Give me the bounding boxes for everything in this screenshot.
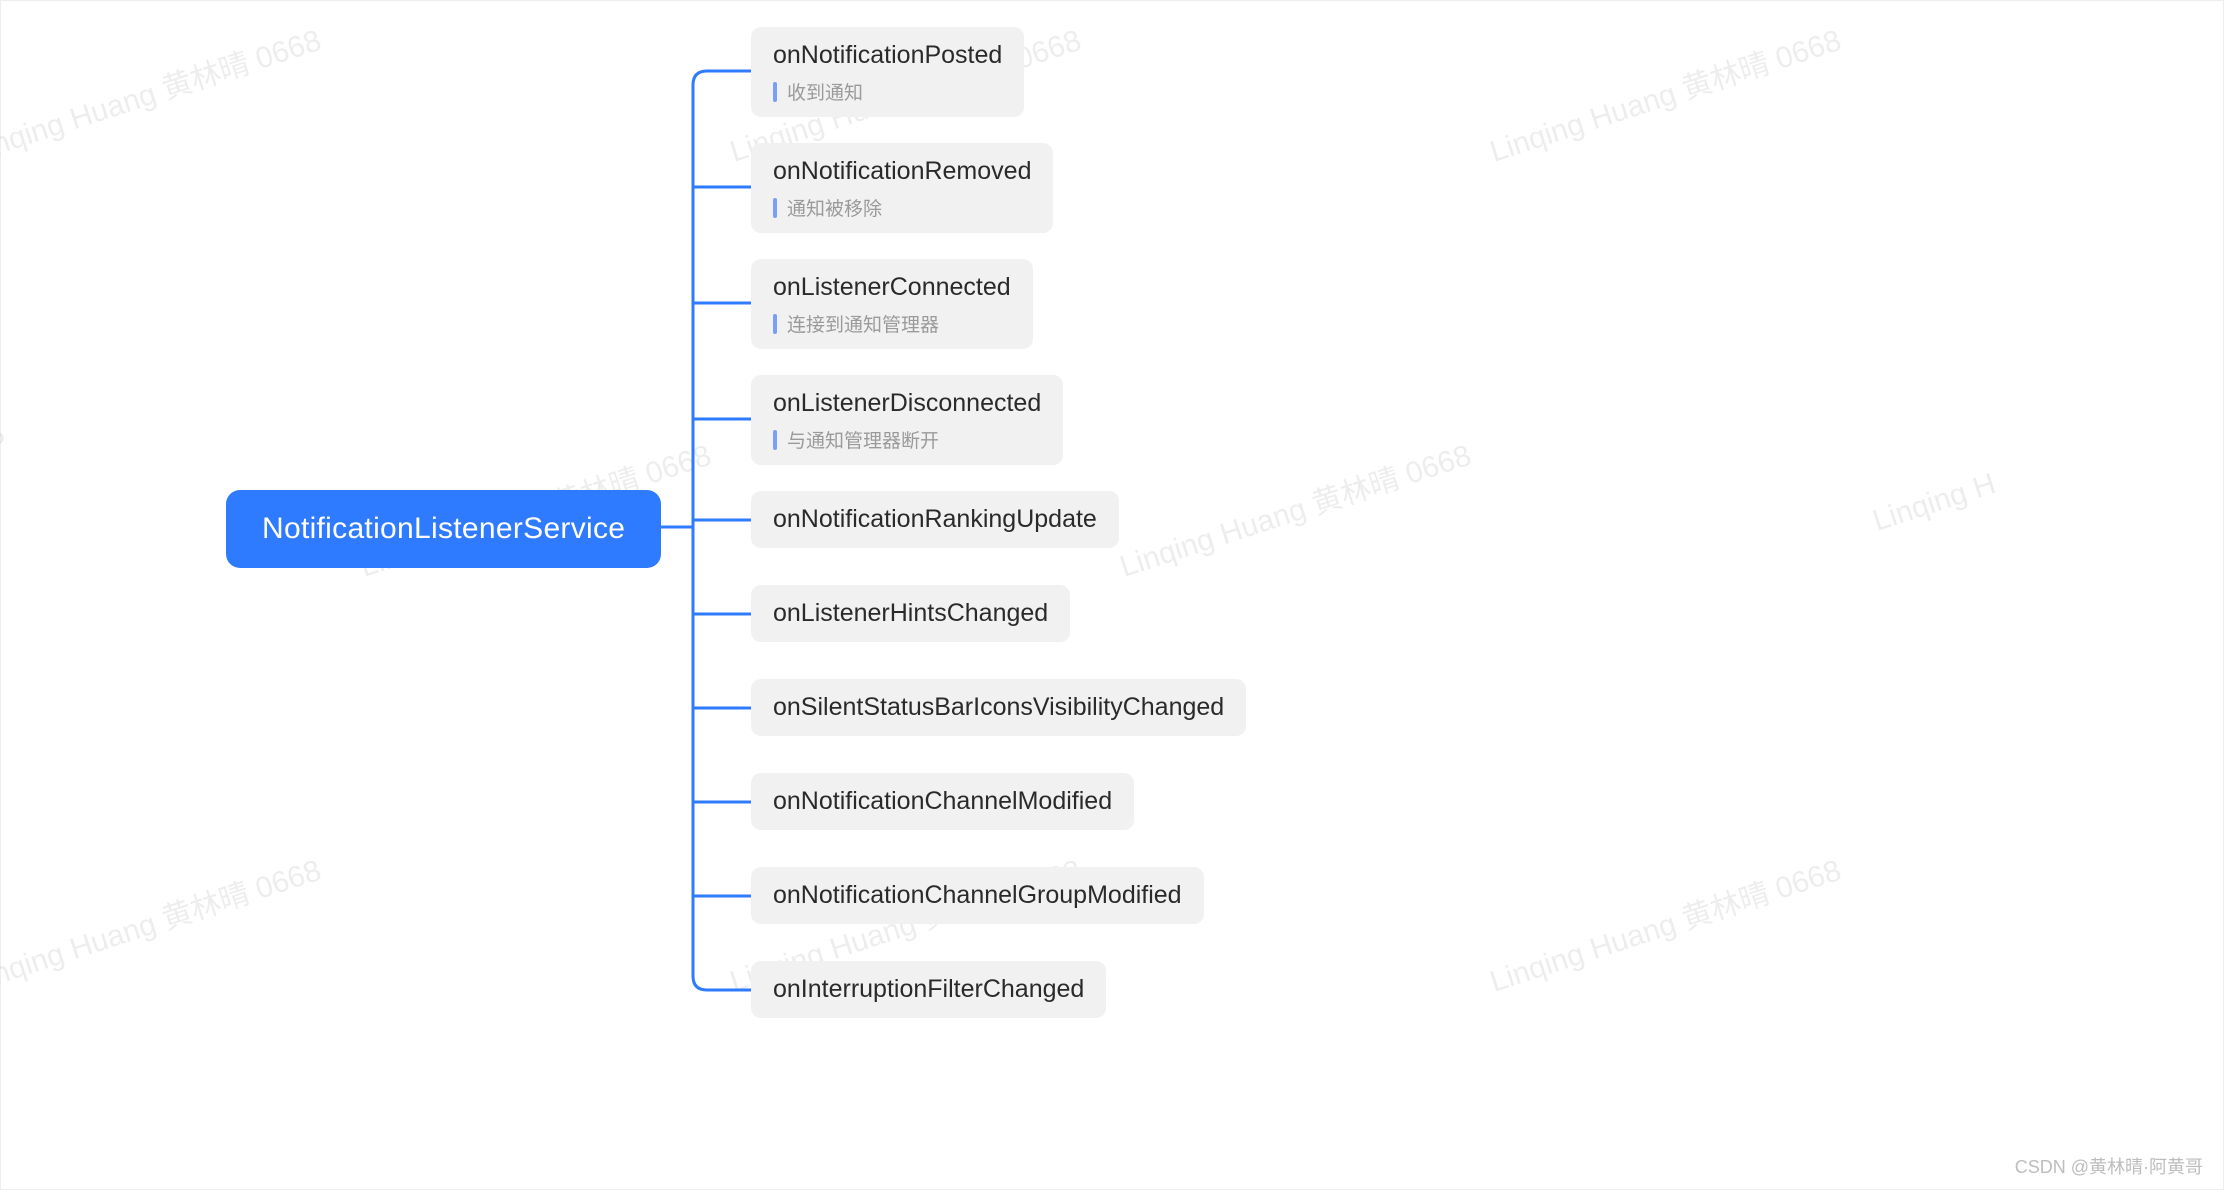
child-node[interactable]: onNotificationRankingUpdate bbox=[751, 491, 1119, 548]
child-node[interactable]: onNotificationChannelGroupModified bbox=[751, 867, 1204, 924]
child-node[interactable]: onNotificationChannelModified bbox=[751, 773, 1134, 830]
child-title: onNotificationPosted bbox=[773, 41, 1002, 70]
connector-lines bbox=[1, 1, 2224, 1191]
watermark: Linqing Huang 黄林晴 0668 bbox=[1113, 430, 1476, 585]
child-desc-text: 通知被移除 bbox=[787, 194, 882, 221]
desc-bar-icon bbox=[773, 198, 777, 218]
mindmap-canvas: Linqing Huang 黄林晴 0668 Linqing Huang 黄林晴 … bbox=[0, 0, 2224, 1190]
watermark: Linqing Huang 黄林晴 0668 bbox=[1483, 845, 1846, 1000]
desc-bar-icon bbox=[773, 82, 777, 102]
child-desc: 收到通知 bbox=[773, 78, 1002, 105]
child-desc-text: 连接到通知管理器 bbox=[787, 310, 939, 337]
watermark: 68 bbox=[0, 417, 9, 460]
watermark: Linqing Huang 黄林晴 0668 bbox=[0, 15, 326, 170]
child-desc: 通知被移除 bbox=[773, 194, 1031, 221]
root-label: NotificationListenerService bbox=[262, 512, 625, 545]
child-desc: 连接到通知管理器 bbox=[773, 310, 1011, 337]
root-node[interactable]: NotificationListenerService bbox=[226, 490, 661, 568]
child-node[interactable]: onListenerDisconnected 与通知管理器断开 bbox=[751, 375, 1063, 465]
child-title: onInterruptionFilterChanged bbox=[773, 975, 1084, 1004]
watermark: Linqing Huang 黄林晴 0668 bbox=[0, 845, 326, 1000]
child-title: onListenerHintsChanged bbox=[773, 599, 1048, 628]
desc-bar-icon bbox=[773, 314, 777, 334]
child-desc: 与通知管理器断开 bbox=[773, 426, 1041, 453]
child-title: onSilentStatusBarIconsVisibilityChanged bbox=[773, 693, 1224, 722]
child-desc-text: 与通知管理器断开 bbox=[787, 426, 939, 453]
child-title: onListenerConnected bbox=[773, 273, 1011, 302]
child-node[interactable]: onNotificationPosted 收到通知 bbox=[751, 27, 1024, 117]
child-title: onNotificationChannelGroupModified bbox=[773, 881, 1182, 910]
child-title: onNotificationChannelModified bbox=[773, 787, 1112, 816]
child-title: onNotificationRankingUpdate bbox=[773, 505, 1097, 534]
child-node[interactable]: onListenerHintsChanged bbox=[751, 585, 1070, 642]
child-node[interactable]: onSilentStatusBarIconsVisibilityChanged bbox=[751, 679, 1246, 736]
watermark: Linqing H bbox=[1869, 467, 2000, 539]
child-node[interactable]: onNotificationRemoved 通知被移除 bbox=[751, 143, 1053, 233]
child-title: onNotificationRemoved bbox=[773, 157, 1031, 186]
child-node[interactable]: onInterruptionFilterChanged bbox=[751, 961, 1106, 1018]
child-node[interactable]: onListenerConnected 连接到通知管理器 bbox=[751, 259, 1033, 349]
child-title: onListenerDisconnected bbox=[773, 389, 1041, 418]
watermark: Linqing Huang 黄林晴 0668 bbox=[1483, 15, 1846, 170]
child-desc-text: 收到通知 bbox=[787, 78, 863, 105]
attribution-text: CSDN @黄林晴·阿黄哥 bbox=[2015, 1153, 2203, 1179]
desc-bar-icon bbox=[773, 430, 777, 450]
